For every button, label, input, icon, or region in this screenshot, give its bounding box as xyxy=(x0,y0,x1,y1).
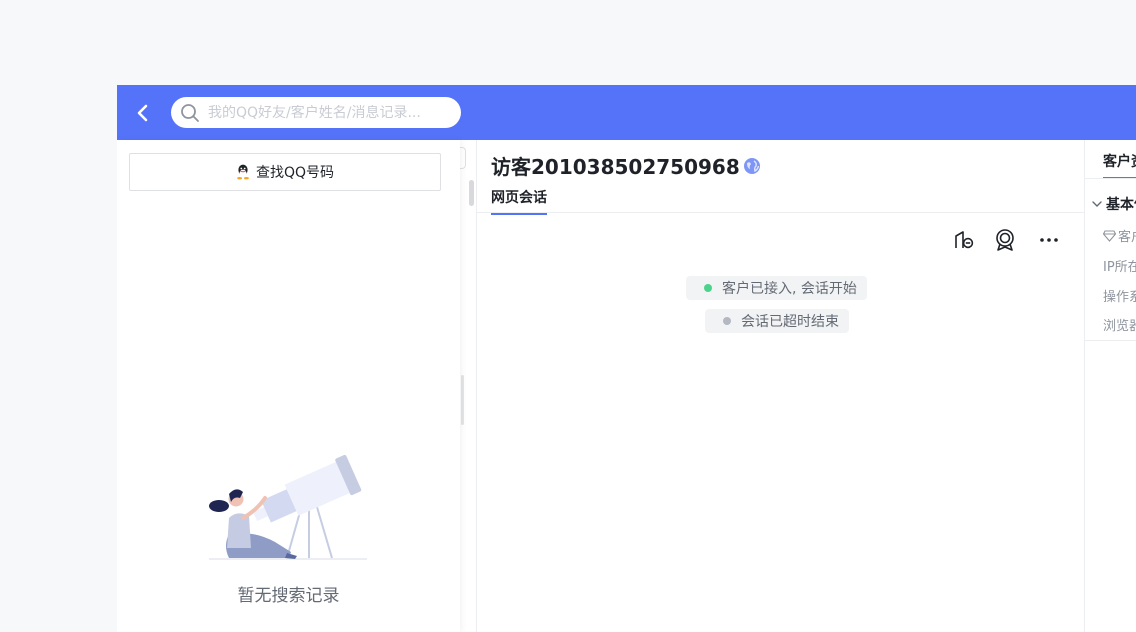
find-qq-label: 查找QQ号码 xyxy=(255,165,335,181)
search-input[interactable] xyxy=(208,104,444,121)
chevron-down-icon xyxy=(1092,201,1102,207)
evaluate-button[interactable] xyxy=(993,228,1017,252)
info-row: 客户 xyxy=(1103,226,1136,245)
chat-panel: 访客201038502750968 网页会话 客户已接入, 会话开始 会话已超时… xyxy=(476,140,1086,632)
section-divider xyxy=(1085,340,1136,341)
app-window: 查找QQ号码 暂无搜索记录 访 xyxy=(117,85,1136,632)
info-row-label: IP所在 xyxy=(1103,260,1136,275)
section-title: 基本信息 xyxy=(1106,197,1136,213)
transfer-icon xyxy=(955,231,974,249)
qq-penguin-icon xyxy=(237,164,249,180)
status-dot xyxy=(723,317,731,325)
info-row-label: 操作系 xyxy=(1103,290,1136,305)
section-basic-info[interactable]: 基本信息 xyxy=(1091,194,1136,214)
tab-web-chat[interactable]: 网页会话 xyxy=(491,187,547,215)
top-bar xyxy=(117,85,1136,140)
search-box[interactable] xyxy=(171,97,461,128)
chat-header: 访客201038502750968 xyxy=(491,151,761,180)
system-message-text: 客户已接入, 会话开始 xyxy=(722,281,857,297)
status-dot xyxy=(704,284,712,292)
resize-handle[interactable] xyxy=(461,375,464,425)
chevron-left-icon xyxy=(137,104,148,122)
transfer-button[interactable] xyxy=(952,228,976,252)
visitor-name: 访客201038502750968 xyxy=(491,155,740,179)
system-message-text: 会话已超时结束 xyxy=(741,314,839,330)
tab-customer-info[interactable]: 客户资料 xyxy=(1103,151,1136,179)
diamond-icon xyxy=(1103,229,1116,242)
left-panel: 查找QQ号码 暂无搜索记录 xyxy=(117,140,460,632)
system-message: 会话已超时结束 xyxy=(705,309,849,333)
system-message: 客户已接入, 会话开始 xyxy=(686,276,867,300)
more-button[interactable] xyxy=(1037,228,1061,252)
telescope-illustration xyxy=(209,454,367,560)
more-icon xyxy=(1040,238,1058,242)
back-button[interactable] xyxy=(131,101,155,125)
left-scrollbar[interactable] xyxy=(469,180,474,206)
search-icon xyxy=(181,103,199,122)
award-icon xyxy=(996,229,1014,251)
globe-icon xyxy=(743,157,760,174)
find-qq-button[interactable]: 查找QQ号码 xyxy=(129,153,441,191)
info-row-label: 客户 xyxy=(1118,230,1136,245)
tab-underline xyxy=(477,212,1086,213)
empty-text: 暂无搜索记录 xyxy=(237,586,340,606)
right-panel: 客户资料 基本信息 客户 IP所在 操作系 浏览器 xyxy=(1085,140,1136,632)
tab-underline xyxy=(1085,178,1136,179)
info-row-label: 浏览器 xyxy=(1103,319,1136,334)
